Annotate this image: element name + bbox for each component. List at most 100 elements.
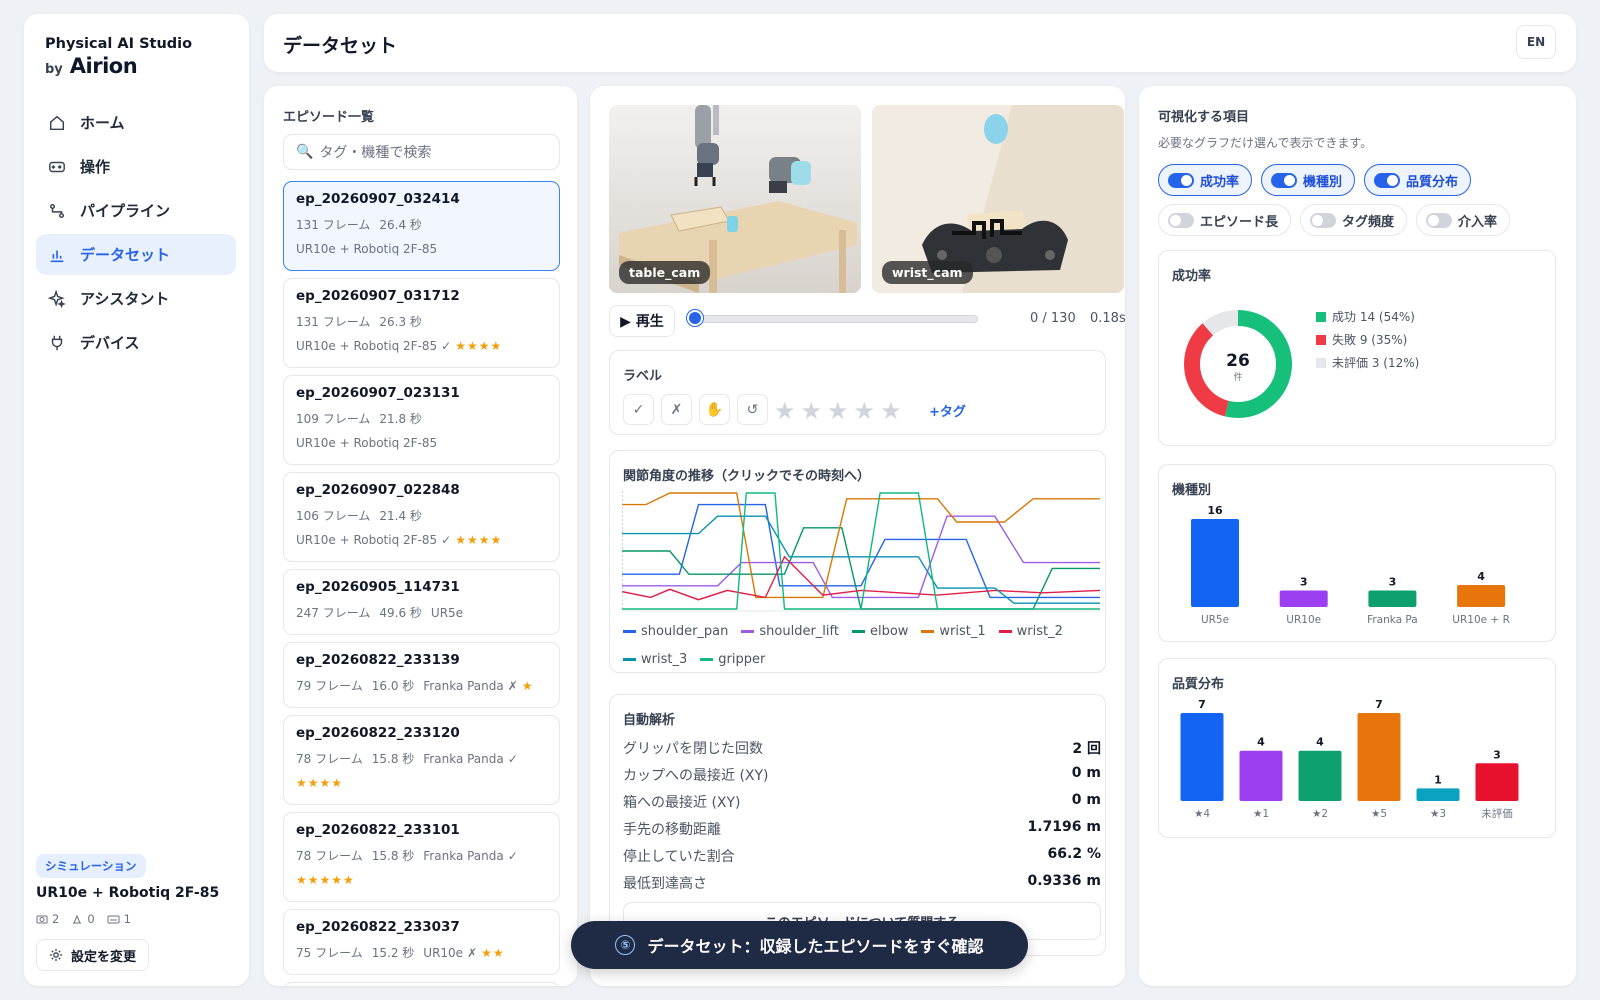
donut-legend-item: 失敗 9 (35%) bbox=[1316, 329, 1419, 352]
episode-item[interactable]: ep_20260905_114731 247 フレーム 49.6 秒 UR5e bbox=[283, 569, 560, 635]
arm-count: 0 bbox=[71, 912, 95, 926]
nav-item-assistant[interactable]: アシスタント bbox=[36, 278, 236, 319]
legend-label: gripper bbox=[718, 652, 766, 667]
episode-item[interactable]: ep_20260907_031712 131 フレーム 26.3 秒 UR10e + … bbox=[283, 278, 560, 368]
label-panel: ラベル ✓ ✗ ✋ ↺ ★★★★★ +タグ bbox=[609, 350, 1106, 435]
add-tag-button[interactable]: +タグ bbox=[929, 401, 966, 420]
chip-label: 成功率 bbox=[1200, 174, 1240, 190]
timeline-slider[interactable] bbox=[687, 310, 978, 326]
episode-item[interactable]: ep_20260822_233101 78 フレーム 15.8 秒 Franka Pa… bbox=[283, 812, 560, 902]
legend-swatch bbox=[741, 630, 755, 633]
legend-swatch bbox=[1316, 335, 1326, 345]
bar-value-label: 4 bbox=[1316, 736, 1324, 749]
nav-item-devices[interactable]: デバイス bbox=[36, 322, 236, 363]
episode-frames: 106 フレーム bbox=[296, 509, 371, 523]
device-count: 1 bbox=[107, 912, 131, 926]
language-toggle-button[interactable]: EN bbox=[1516, 25, 1556, 59]
toggle-by-model[interactable]: 機種別 bbox=[1261, 164, 1356, 196]
legend-label: 失敗 9 (35%) bbox=[1332, 333, 1408, 347]
analysis-value: 66.2 % bbox=[1047, 846, 1101, 862]
episode-id: ep_20260907_023131 bbox=[296, 385, 460, 401]
episode-result-mark: ✓ bbox=[441, 339, 452, 353]
legend-swatch bbox=[623, 658, 636, 661]
nav-item-operate[interactable]: 操作 bbox=[36, 146, 236, 187]
nav-item-label: 操作 bbox=[80, 158, 111, 176]
rating-stars[interactable]: ★★★★★ bbox=[774, 397, 907, 425]
wrist-camera-view[interactable]: wrist_cam bbox=[872, 105, 1124, 293]
episode-item[interactable]: ep_20260822_233139 79 フレーム 16.0 秒 Franka Pa… bbox=[283, 642, 560, 708]
episode-item[interactable]: ep_20260822_233037 75 フレーム 15.2 秒 UR10e ✗ ★★ bbox=[283, 909, 560, 975]
bar-category-label: ★2 bbox=[1312, 808, 1328, 820]
mark-intervention-button[interactable]: ✋ bbox=[699, 394, 730, 425]
episode-item[interactable]: ep_20260907_032414 131 フレーム 26.4 秒 UR10e + … bbox=[283, 181, 560, 271]
episode-duration: 15.8 秒 bbox=[371, 752, 415, 766]
chip-label: エピソード長 bbox=[1200, 214, 1279, 230]
bar-category-label: ★4 bbox=[1194, 808, 1210, 820]
success-rate-title: 成功率 bbox=[1172, 269, 1212, 284]
episode-duration: 26.3 秒 bbox=[379, 315, 422, 329]
mark-failure-button[interactable]: ✗ bbox=[661, 394, 692, 425]
episode-robot: UR10e + Robotiq 2F-85 bbox=[296, 436, 438, 450]
quality-bar-chart: 7 ★4 4 ★1 4 ★2 7 ★5 1 ★3 3 未評価 bbox=[1180, 698, 1519, 820]
joint-angle-chart[interactable] bbox=[622, 491, 1112, 615]
episode-item[interactable]: ep_20260822_233019 bbox=[283, 982, 560, 986]
search-input[interactable]: 🔍 タグ・機種で検索 bbox=[283, 134, 560, 170]
analysis-row: グリッパを閉じた回数 2 回 bbox=[623, 738, 1101, 758]
legend-label: 未評価 3 (12%) bbox=[1332, 356, 1420, 370]
change-settings-button[interactable]: 設定を変更 bbox=[36, 939, 150, 971]
time-readout: 0.18s bbox=[1090, 311, 1126, 326]
gamepad-icon bbox=[49, 161, 65, 172]
analysis-row: 箱への最接近 (XY) 0 m bbox=[623, 792, 1101, 812]
bar bbox=[1279, 590, 1328, 607]
nav-item-dataset[interactable]: データセット bbox=[36, 234, 236, 275]
donut-legend-item: 成功 14 (54%) bbox=[1316, 306, 1419, 329]
timeline-slider-knob[interactable] bbox=[687, 310, 703, 326]
episode-id: ep_20260822_233139 bbox=[296, 652, 460, 668]
analysis-value: 0 m bbox=[1071, 792, 1101, 808]
episode-robot: Franka Panda bbox=[423, 849, 504, 863]
episode-item[interactable]: ep_20260822_233120 78 フレーム 15.8 秒 Franka Pa… bbox=[283, 715, 560, 805]
viz-chips-off: エピソード長 タグ頻度 介入率 bbox=[1158, 204, 1511, 236]
analysis-label: 停止していた割合 bbox=[623, 849, 735, 865]
episode-item[interactable]: ep_20260907_022848 106 フレーム 21.4 秒 UR10e + … bbox=[283, 472, 560, 562]
nav-item-label: デバイス bbox=[80, 334, 140, 352]
analysis-value: 1.7196 m bbox=[1027, 819, 1102, 835]
robot-name: UR10e + Robotiq 2F-85 bbox=[36, 885, 220, 901]
toggle-tag-frequency[interactable]: タグ頻度 bbox=[1300, 204, 1408, 236]
viz-title: 可視化する項目 bbox=[1158, 110, 1250, 125]
toggle-success-rate[interactable]: 成功率 bbox=[1158, 164, 1253, 196]
bar-category-label: 未評価 bbox=[1481, 807, 1513, 820]
success-rate-legend: 成功 14 (54%) 失敗 9 (35%) 未評価 3 (12%) bbox=[1316, 306, 1419, 375]
toggle-quality[interactable]: 品質分布 bbox=[1364, 164, 1472, 196]
reset-label-button[interactable]: ↺ bbox=[737, 394, 768, 425]
camera-label: table_cam bbox=[619, 261, 711, 284]
toggle-episode-length[interactable]: エピソード長 bbox=[1158, 204, 1292, 236]
analysis-row: 停止していた割合 66.2 % bbox=[623, 846, 1101, 866]
chip-label: 介入率 bbox=[1458, 214, 1498, 230]
legend-item: shoulder_pan bbox=[623, 624, 728, 639]
episode-robot: Franka Panda bbox=[423, 752, 504, 766]
episode-item[interactable]: ep_20260907_023131 109 フレーム 21.8 秒 UR10e + … bbox=[283, 375, 560, 465]
brand-by: by bbox=[45, 62, 63, 77]
episode-rating: ★★★★ bbox=[455, 339, 503, 353]
nav-item-pipeline[interactable]: パイプライン bbox=[36, 190, 236, 231]
legend-label: shoulder_lift bbox=[759, 624, 839, 639]
toggle-intervention-rate[interactable]: 介入率 bbox=[1416, 204, 1511, 236]
episode-robot: UR10e + Robotiq 2F-85 bbox=[296, 242, 438, 256]
quality-card: 品質分布 7 ★4 4 ★1 4 ★2 7 ★5 1 ★3 3 未評価 bbox=[1158, 658, 1556, 838]
legend-swatch bbox=[921, 630, 935, 633]
camera-count: 2 bbox=[36, 912, 59, 926]
table-camera-view[interactable]: table_cam bbox=[609, 105, 861, 293]
nav-item-home[interactable]: ホーム bbox=[36, 102, 236, 143]
episode-frames: 131 フレーム bbox=[296, 315, 371, 329]
label-panel-title: ラベル bbox=[623, 369, 663, 384]
bar-value-label: 16 bbox=[1207, 504, 1223, 517]
analysis-label: グリッパを閉じた回数 bbox=[623, 741, 763, 757]
legend-swatch bbox=[700, 658, 714, 661]
analysis-label: 最低到達高さ bbox=[623, 876, 707, 892]
toggle-switch-icon bbox=[1168, 212, 1194, 228]
episode-result-mark: ✗ bbox=[507, 679, 518, 693]
legend-label: 成功 14 (54%) bbox=[1332, 310, 1415, 324]
mark-success-button[interactable]: ✓ bbox=[623, 394, 654, 425]
play-button[interactable]: ▶ 再生 bbox=[609, 305, 675, 337]
